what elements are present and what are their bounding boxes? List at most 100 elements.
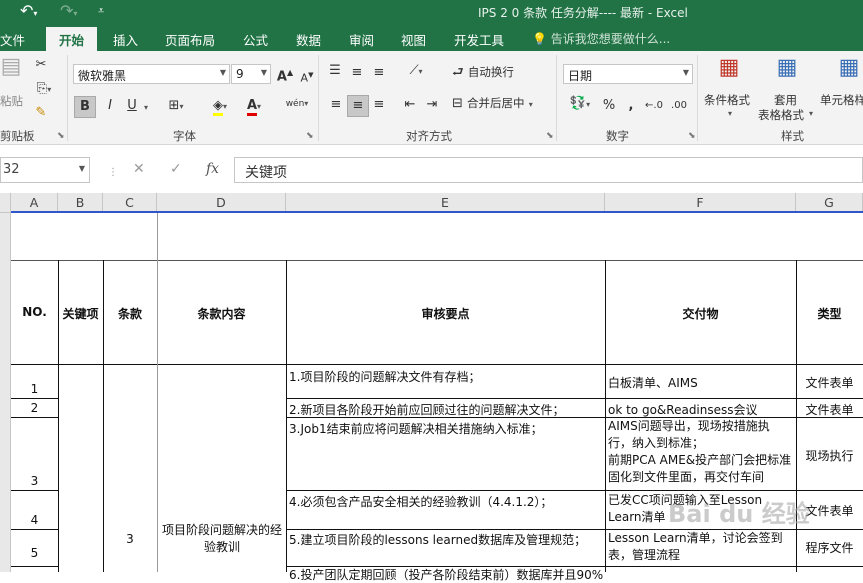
merged-clause-cell[interactable]: 3 [103, 532, 157, 546]
font-launcher-icon[interactable]: ⬊ [306, 131, 314, 141]
fill-color-icon[interactable]: ◈▾ [205, 96, 235, 117]
undo-icon[interactable]: ↶▾ [20, 1, 37, 20]
review-point-cell[interactable]: 2.新项目各阶段开始前应回顾过往的问题解决文件； [289, 401, 564, 418]
enter-icon[interactable]: ✓ [170, 161, 182, 177]
number-format-box[interactable]: 日期 ▼ [563, 64, 693, 84]
tab-page-layout[interactable]: 页面布局 [165, 30, 215, 49]
format-painter-icon[interactable]: ✎ [32, 103, 50, 123]
tab-view[interactable]: 视图 [401, 30, 426, 49]
tab-file[interactable]: 文件 [0, 30, 25, 49]
cut-icon[interactable]: ✂ [32, 55, 50, 75]
row-no-cell[interactable]: 4 [11, 513, 58, 527]
grid-line [11, 490, 58, 491]
copy-icon[interactable]: ⎘▾ [32, 79, 56, 100]
clipboard-launcher-icon[interactable]: ⬊ [57, 131, 65, 141]
type-cell[interactable]: 现场执行 [796, 447, 863, 464]
align-right-icon[interactable]: ≡ [370, 95, 388, 115]
borders-icon[interactable]: ⊞▾ [162, 96, 190, 117]
decrease-decimal-icon[interactable]: .00 [668, 96, 690, 116]
cell-styles-icon[interactable]: ▦ [835, 57, 863, 88]
bold-button[interactable]: B [74, 96, 96, 118]
review-point-cell[interactable]: 3.Job1结束前应将问题解决相关措施纳入标准； [289, 420, 543, 437]
row-no-cell[interactable]: 1 [11, 382, 58, 396]
column-header-g[interactable]: G [796, 193, 863, 213]
tab-developer[interactable]: 开发工具 [454, 30, 504, 49]
deliverable-cell[interactable]: ok to go&Readinsess会议 [608, 401, 758, 418]
column-header-b[interactable]: B [58, 193, 103, 213]
header-clause-content[interactable]: 条款内容 [157, 305, 286, 322]
column-header-a[interactable]: A [11, 193, 58, 213]
top-align-icon[interactable]: ☰ [326, 61, 344, 81]
watermark: Bai du 经验 [668, 500, 810, 528]
deliverable-cell[interactable]: 白板清单、AIMS [608, 374, 698, 391]
row-no-cell[interactable]: 2 [11, 401, 58, 415]
increase-indent-icon[interactable]: ⇥ [423, 95, 441, 115]
grow-font-icon[interactable]: A▲ [276, 63, 294, 87]
tab-data[interactable]: 数据 [296, 30, 321, 49]
format-as-table-label-1[interactable]: 套用 [774, 92, 797, 108]
alignment-launcher-icon[interactable]: ⬊ [546, 131, 554, 141]
decrease-indent-icon[interactable]: ⇤ [401, 95, 419, 115]
bottom-align-icon[interactable]: ≡ [370, 63, 388, 83]
cancel-icon[interactable]: ✕ [133, 161, 145, 177]
row-no-cell[interactable]: 3 [11, 474, 58, 488]
header-no[interactable]: NO. [11, 305, 58, 319]
column-header-c[interactable]: C [103, 193, 157, 213]
accounting-format-icon[interactable]: 💱▾ [564, 94, 596, 115]
wrap-text-button[interactable]: ⮐ 自动换行 [452, 62, 550, 83]
percent-style-button[interactable]: % [600, 96, 618, 116]
deliverable-cell[interactable]: AIMS问题导出，现场按措施执 行，纳入到标准； 前期PCA AME&投产部门会… [608, 418, 796, 486]
tab-review[interactable]: 审阅 [349, 30, 374, 49]
type-cell[interactable]: 文件表单 [796, 401, 863, 418]
align-left-icon[interactable]: ≡ [326, 95, 346, 115]
name-box[interactable]: 32 ▼ [0, 157, 90, 183]
shrink-font-icon[interactable]: A▼ [298, 65, 316, 89]
paste-icon[interactable]: ▤ [0, 56, 22, 87]
formula-input[interactable]: 关键项 [234, 157, 863, 183]
phonetic-guide-icon[interactable]: wén▾ [282, 94, 312, 114]
header-type[interactable]: 类型 [796, 305, 863, 322]
type-cell[interactable]: 文件表单 [796, 374, 863, 391]
tab-insert[interactable]: 插入 [113, 30, 138, 49]
customize-quick-access-icon[interactable]: ⩡ [98, 4, 104, 18]
select-all-corner[interactable] [0, 193, 11, 213]
align-center-icon[interactable]: ≡ [347, 95, 369, 117]
tell-me-search[interactable]: 💡 告诉我您想要做什么... [532, 30, 670, 47]
redo-icon[interactable]: ↷▾ [60, 1, 77, 20]
type-cell[interactable]: 程序文件 [796, 539, 863, 556]
column-header-f[interactable]: F [605, 193, 796, 213]
column-header-d[interactable]: D [157, 193, 286, 213]
tab-formulas[interactable]: 公式 [243, 30, 268, 49]
conditional-formatting-icon[interactable]: ▦ [714, 57, 744, 88]
header-key-item[interactable]: 关键项 [58, 305, 103, 322]
insert-function-icon[interactable]: fx [206, 161, 219, 177]
middle-align-icon[interactable]: ≡ [348, 63, 366, 83]
orientation-icon[interactable]: ⟋▾ [402, 61, 430, 82]
merge-center-button[interactable]: ⊟ 合并后居中 ▾ [452, 93, 554, 115]
italic-button[interactable]: I [99, 96, 121, 118]
font-name-box[interactable]: 微软雅黑 ▼ [73, 64, 230, 84]
format-as-table-label-2[interactable]: 表格格式 [758, 107, 804, 123]
header-clause[interactable]: 条款 [103, 305, 157, 322]
review-point-cell[interactable]: 6.投产团队定期回顾（投产各阶段结束前）数据库并且90% [289, 566, 603, 583]
increase-decimal-icon[interactable]: ←.0 [643, 96, 665, 116]
review-point-cell[interactable]: 5.建立项目阶段的lessons learned数据库及管理规范； [289, 531, 586, 548]
column-header-e[interactable]: E [286, 193, 605, 213]
merged-clause-content-cell[interactable]: 项目阶段问题解决的经验教训 [160, 522, 284, 556]
header-deliverables[interactable]: 交付物 [605, 305, 796, 322]
tab-home[interactable]: 开始 [46, 27, 98, 51]
font-size-box[interactable]: 9 ▼ [231, 64, 271, 84]
review-point-cell[interactable]: 4.必须包含产品安全相关的经验教训（4.4.1.2）； [289, 493, 552, 510]
underline-dropdown-icon[interactable]: ▾ [144, 103, 148, 112]
font-color-icon[interactable]: A▾ [238, 96, 270, 117]
review-point-cell[interactable]: 1.项目阶段的问题解决文件有存档； [289, 368, 480, 385]
conditional-formatting-label[interactable]: 条件格式 [704, 92, 750, 108]
row-no-cell[interactable]: 5 [11, 546, 58, 560]
deliverable-cell[interactable]: Lesson Learn清单，讨论会签到 表，管理流程 [608, 530, 796, 564]
cell-styles-label[interactable]: 单元格样 [820, 92, 863, 108]
underline-button[interactable]: U [121, 96, 143, 118]
number-launcher-icon[interactable]: ⬊ [688, 131, 696, 141]
comma-style-button[interactable]: , [624, 96, 638, 116]
format-as-table-icon[interactable]: ▦ [772, 57, 802, 88]
header-review-points[interactable]: 审核要点 [286, 305, 605, 322]
